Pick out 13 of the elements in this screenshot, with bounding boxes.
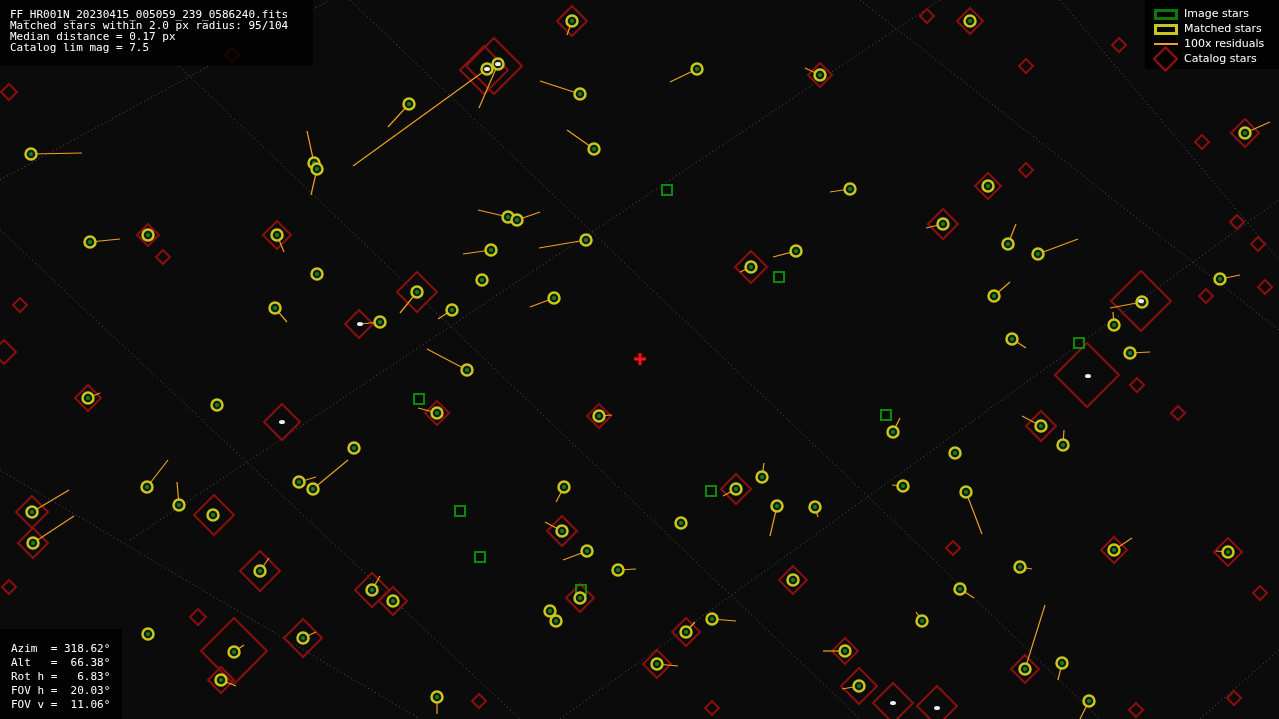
info-line: Catalog lim mag = 7.5	[10, 42, 151, 53]
legend-label: Image stars	[1184, 8, 1249, 20]
info-line: Median distance = 0.17 px	[10, 31, 176, 42]
pointing-line: Rot h = 6.83°	[11, 670, 111, 684]
legend-label: Matched stars	[1184, 23, 1262, 35]
pointing-line: Azim = 318.62°	[11, 642, 111, 656]
info-line: Matched stars within 2.0 px radius: 95/104	[10, 20, 290, 31]
pointing-line: FOV h = 20.03°	[11, 684, 111, 698]
info-line: FF_HR001N_20230415_005059_239_0586240.fits	[10, 9, 290, 20]
pointing-line: Alt = 66.38°	[11, 656, 111, 670]
pointing-line: FOV v = 11.06°	[11, 698, 111, 712]
legend-label: Catalog stars	[1184, 53, 1257, 65]
legend-label: 100x residuals	[1184, 38, 1265, 50]
